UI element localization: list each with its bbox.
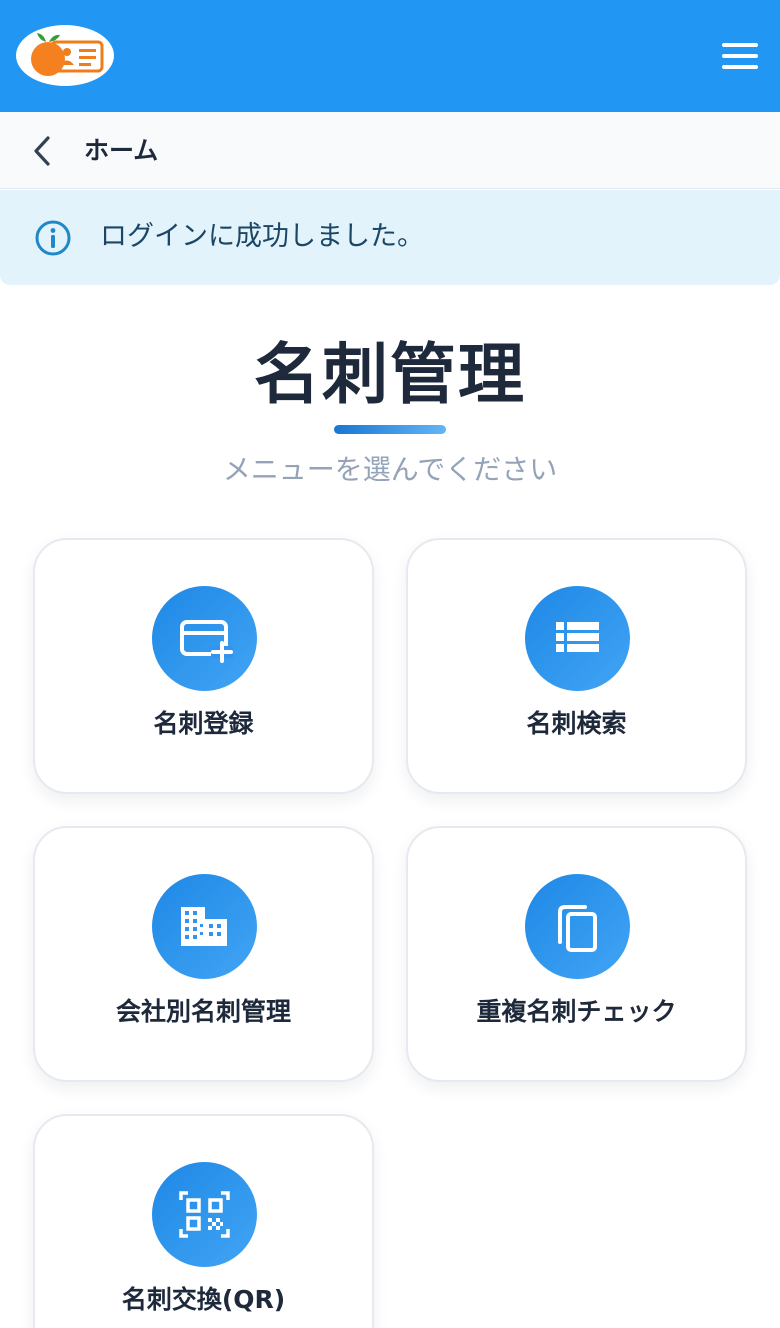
- info-icon: [34, 219, 72, 257]
- menu-bar: [722, 43, 758, 47]
- menu-card-duplicate[interactable]: 重複名刺チェック: [406, 826, 747, 1082]
- list-icon: [525, 586, 630, 691]
- menu-card-label: 会社別名刺管理: [115, 997, 291, 1026]
- menu-card-register[interactable]: 名刺登録: [33, 538, 374, 794]
- breadcrumb-title: ホーム: [84, 136, 159, 165]
- menu-bar: [722, 65, 758, 69]
- back-chevron-icon[interactable]: [24, 132, 62, 170]
- menu-card-company[interactable]: 会社別名刺管理: [33, 826, 374, 1082]
- alert-message: ログインに成功しました。: [100, 221, 424, 252]
- page-subtitle: メニューを選んでください: [222, 453, 558, 486]
- login-success-alert: ログインに成功しました。: [0, 190, 780, 285]
- menu-card-search[interactable]: 名刺検索: [406, 538, 747, 794]
- menu-card-qr-exchange[interactable]: 名刺交換(QR): [33, 1114, 374, 1328]
- hamburger-menu-icon[interactable]: [714, 38, 766, 74]
- menu-card-label: 名刺登録: [153, 709, 254, 738]
- menu-card-label: 重複名刺チェック: [476, 997, 677, 1026]
- menu-card-label: 名刺検索: [526, 709, 627, 738]
- business-card-logo-icon[interactable]: [16, 25, 114, 86]
- copy-icon: [525, 874, 630, 979]
- breadcrumb: ホーム: [0, 112, 780, 189]
- title-underline: [334, 425, 446, 434]
- menu-card-label: 名刺交換(QR): [121, 1285, 286, 1314]
- qr-code-icon: [152, 1162, 257, 1267]
- menu-bar: [722, 54, 758, 58]
- page-title: 名刺管理: [254, 336, 526, 413]
- card-add-icon: [152, 586, 257, 691]
- app-header: [0, 0, 780, 112]
- building-icon: [152, 874, 257, 979]
